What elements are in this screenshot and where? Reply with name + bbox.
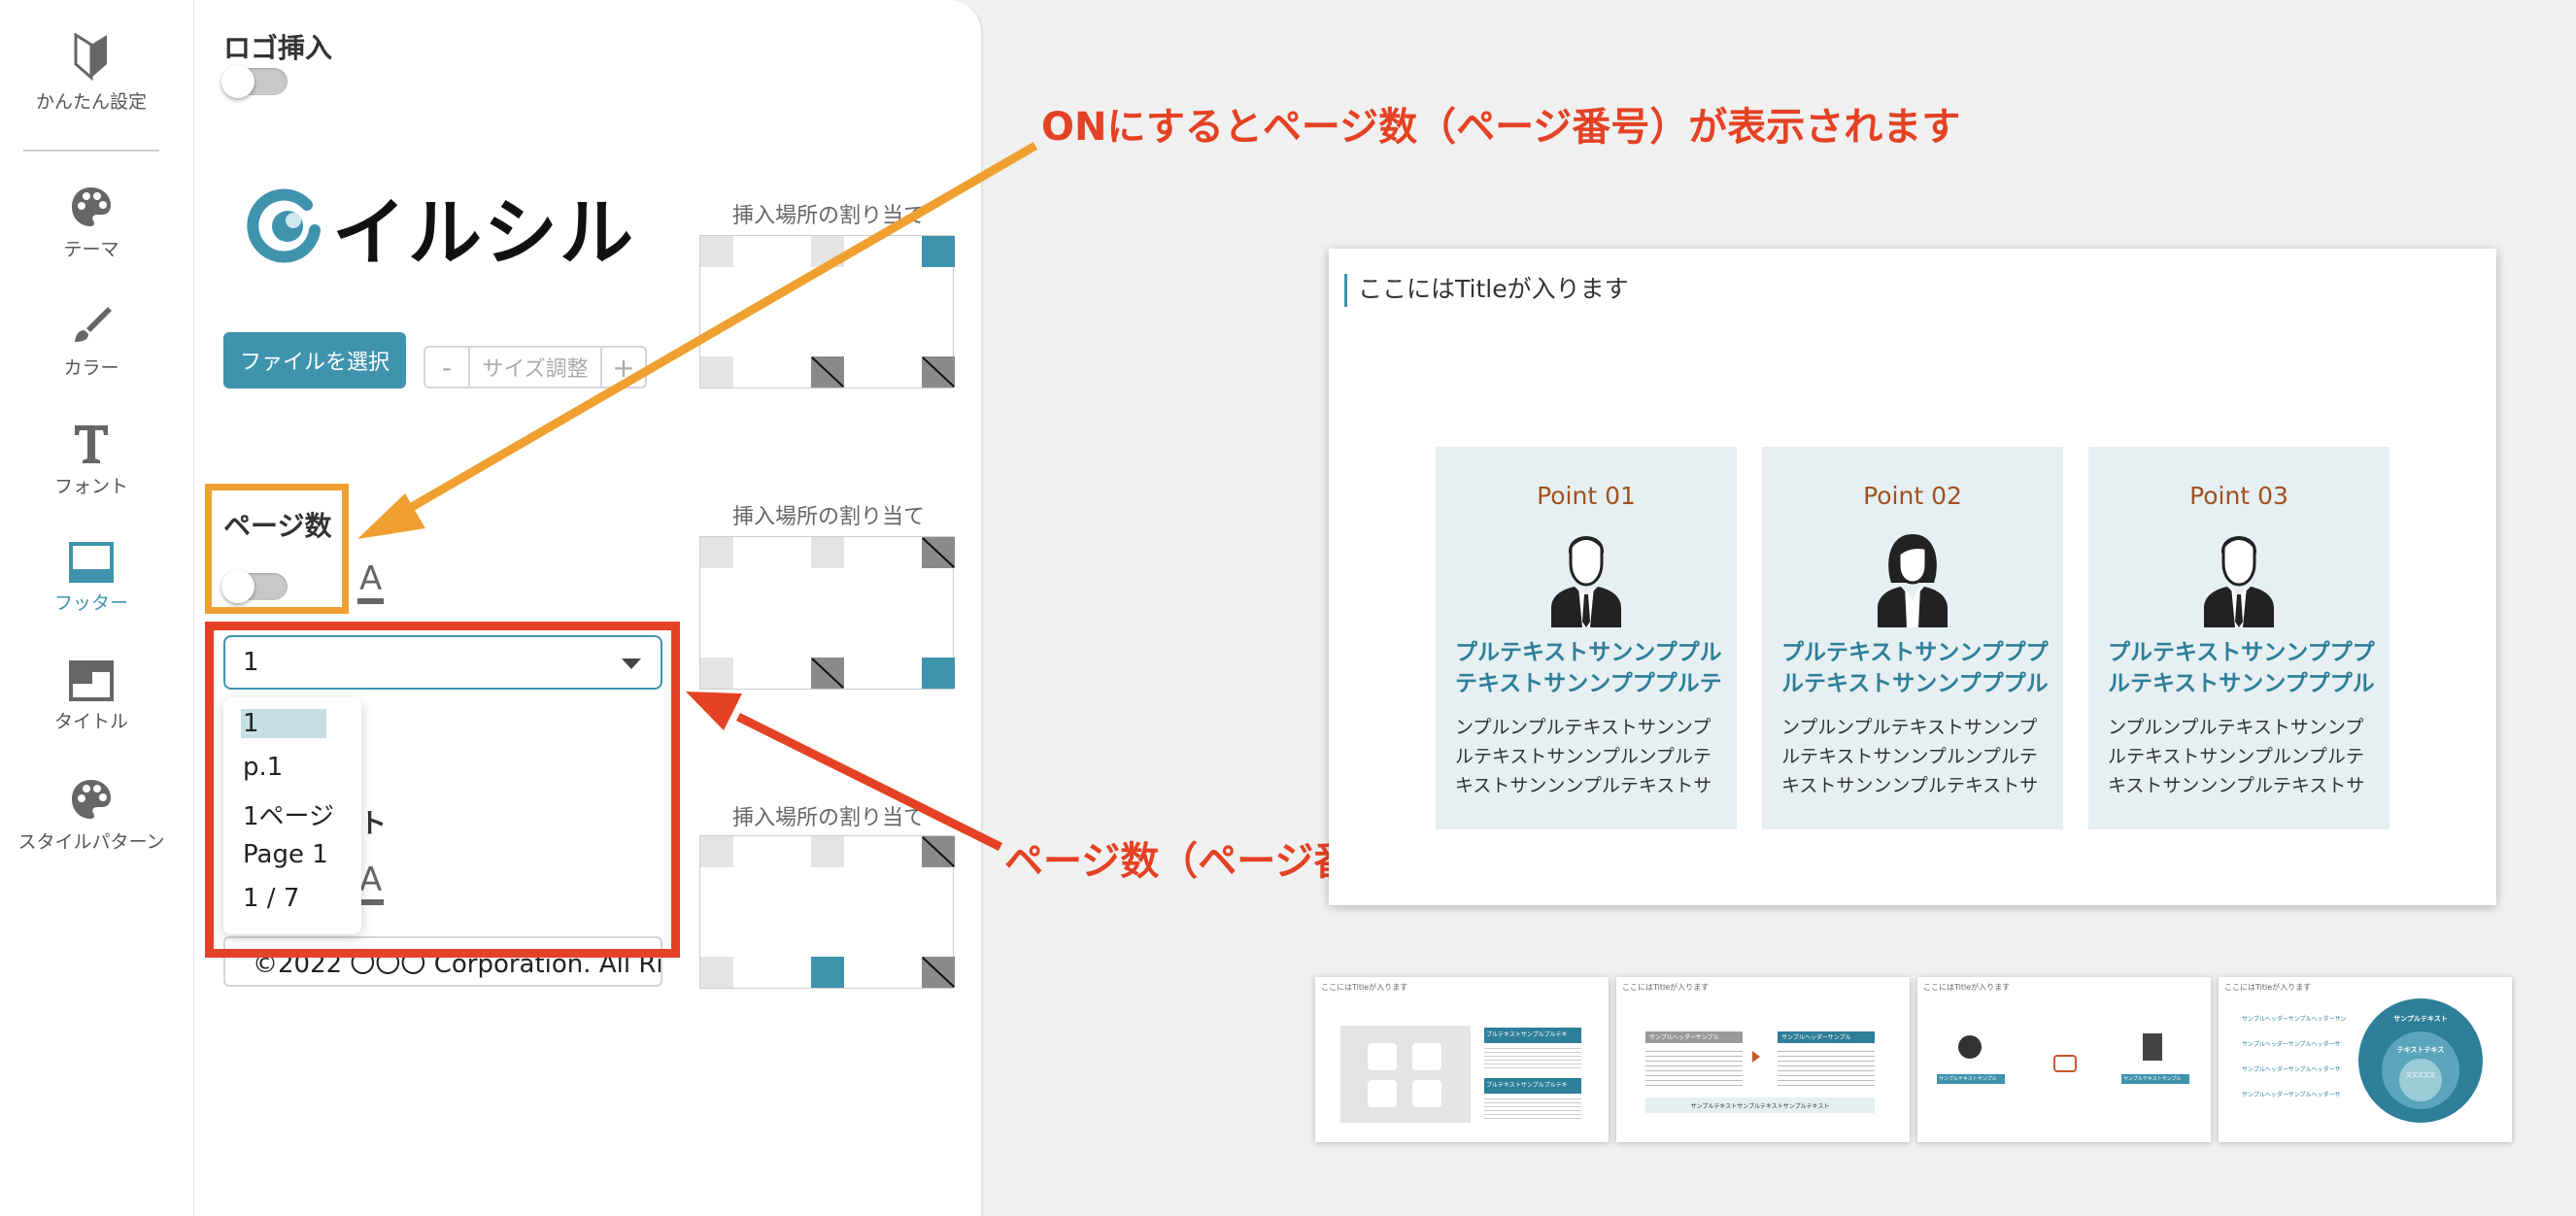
point-body: ンプルンプルテキストサンンプルテキストサンンプルンプルテキストサンンンプルテキス… [1455, 717, 1712, 796]
point-card: Point 02 プルテキストサンンプププルテキストサンンプププルテキ ンプルン… [1762, 447, 2063, 829]
red-arrow-line [735, 712, 1003, 852]
slide-thumbnail[interactable]: ここにはTitleが入ります サンプルヘッダーサンプルヘッダーサン サンプルヘッ… [2219, 977, 2512, 1142]
person-icon [1958, 1035, 1982, 1059]
thumbnail-circle-inner [2399, 1059, 2442, 1101]
point-card: Point 01 プルテキストサンンププルテキストサンンプププルテキ ンプルンプ… [1436, 447, 1737, 829]
thumbnail-label: プルテキストサンプルプルテキ [1484, 1078, 1581, 1094]
businessman-icon [2204, 536, 2274, 627]
thumbnail-text-lines [1484, 1096, 1581, 1121]
thumbnail-list-item: サンプルヘッダーサンプルヘッダーサ [2242, 1066, 2341, 1073]
thumbnail-label: サンプルテキストサンプル [2121, 1074, 2189, 1084]
thumbnail-text-lines [1778, 1047, 1875, 1086]
arrow-right-icon [1752, 1051, 1760, 1063]
point-card: Point 03 プルテキストサンンプププルテキストサンンプププルテキ ンプルン… [2088, 447, 2390, 829]
slide-preview: ここにはTitleが入ります Point 01 プルテキストサンンププルテキスト… [1329, 249, 2496, 905]
orange-arrow-line [395, 142, 1038, 519]
image-icon [1368, 1080, 1397, 1107]
thumbnail-text-lines [1645, 1047, 1743, 1086]
thumbnail-label: サンプルテキストサンプルテキストサンプルテキスト [1645, 1098, 1875, 1113]
point-body: ンプルンプルテキストサンンプルテキストサンンプルンプルテキストサンンンプルテキス… [1781, 717, 2039, 796]
thumbnail-list-item: サンプルヘッダーサンプルヘッダーサン [2242, 1016, 2347, 1023]
thumbnail-label: サンプルテキスト [2393, 1015, 2448, 1023]
chart-icon [1368, 1043, 1397, 1070]
thumbnail-title: ここにはTitleが入ります [1622, 983, 1710, 992]
diagram-icon [1412, 1080, 1441, 1107]
point-title: Point 02 [1863, 482, 1962, 510]
network-icon [2053, 1055, 2077, 1072]
thumbnail-label: テキストテキス [2396, 1046, 2445, 1054]
shapes-icon [1412, 1043, 1441, 1070]
point-heading: プルテキストサンンプププルテキストサンンプププルテキ [2108, 640, 2375, 703]
point-body: ンプルンプルテキストサンンプルテキストサンンプルンプルテキストサンンンプルテキス… [2108, 717, 2365, 796]
thumbnail-label: 文文文文文 [2405, 1072, 2435, 1079]
annotation-text-top: ONにするとページ数（ページ番号）が表示されます [1041, 105, 1961, 150]
thumbnail-label: サンプルヘッダーサンプル [1778, 1031, 1875, 1043]
thumbnail-title: ここにはTitleが入ります [1923, 983, 2011, 992]
thumbnail-list-item: サンプルヘッダーサンプルヘッダーサ [2242, 1041, 2341, 1048]
slide-thumbnail[interactable]: ここにはTitleが入ります プルテキストサンプルプルテキ プルテキストサンプル… [1315, 977, 1609, 1142]
slide-title-accent [1344, 274, 1347, 307]
thumbnail-text-lines [1484, 1045, 1581, 1070]
slide-thumbnail[interactable]: ここにはTitleが入ります サンプルヘッダーサンプル サンプルヘッダーサンプル… [1616, 977, 1910, 1142]
point-heading: プルテキストサンンププルテキストサンンプププルテキ [1455, 640, 1722, 703]
point-heading: プルテキストサンンプププルテキストサンンプププルテキ [1781, 640, 2049, 703]
thumbnail-list-item: サンプルヘッダーサンプルヘッダーサ [2242, 1092, 2341, 1098]
red-arrowhead [686, 692, 742, 730]
slide-thumbnail[interactable]: ここにはTitleが入ります サンプルテキストサンプル サンプルテキストサンプル [1917, 977, 2211, 1142]
businesswoman-icon [1878, 534, 1948, 627]
thumbnail-title: ここにはTitleが入ります [1321, 983, 1408, 992]
thumbnail-label: プルテキストサンプルプルテキ [1484, 1028, 1581, 1043]
slide-title: ここにはTitleが入ります [1358, 275, 1629, 303]
building-icon [2143, 1033, 2162, 1061]
businessman-icon [1551, 536, 1621, 627]
thumbnail-image-area [1340, 1026, 1471, 1123]
point-title: Point 01 [1537, 482, 1636, 510]
thumbnail-label: サンプルテキストサンプル [1937, 1074, 2005, 1084]
thumbnail-label: サンプルヘッダーサンプル [1645, 1031, 1743, 1043]
point-title: Point 03 [2189, 482, 2288, 510]
thumbnail-title: ここにはTitleが入ります [2224, 983, 2312, 992]
